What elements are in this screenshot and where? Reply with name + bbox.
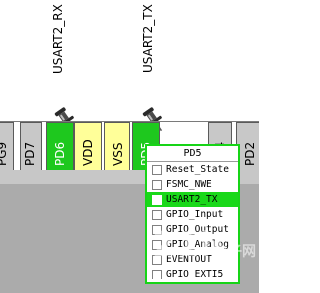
pin-label: PD2 xyxy=(243,141,257,166)
watermark-logo: 21ic 电子网 xyxy=(152,225,256,265)
menu-item-label: FSMC_NWE xyxy=(166,179,212,190)
menu-item-fsmc-nwe[interactable]: FSMC_NWE xyxy=(147,177,238,192)
checkbox-icon[interactable] xyxy=(152,210,162,220)
pin-label: PG9 xyxy=(0,141,9,166)
pin-label: PD7 xyxy=(23,141,37,166)
menu-item-gpio-input[interactable]: GPIO_Input xyxy=(147,207,238,222)
menu-item-reset-state[interactable]: Reset_State xyxy=(147,162,238,177)
pin-vss[interactable]: VSS xyxy=(104,122,130,170)
pin-label: PD6 xyxy=(53,141,67,166)
menu-title: PD5 xyxy=(147,146,238,162)
menu-item-label: USART2_TX xyxy=(166,194,218,205)
pin-label: VDD xyxy=(81,139,95,166)
menu-item-label: GPIO_Input xyxy=(166,209,224,220)
pin-pd6[interactable]: PD6 xyxy=(46,122,74,170)
pin-vdd[interactable]: VDD xyxy=(74,122,102,170)
watermark-subtext: 电子网 xyxy=(214,243,256,260)
checkbox-icon[interactable] xyxy=(152,180,162,190)
checkbox-icon[interactable] xyxy=(152,165,162,175)
checkbox-icon[interactable] xyxy=(152,195,162,205)
pin-label: VSS xyxy=(111,142,125,166)
mcu-pinout-view: USART2_RX USART2_TX PG9 PD7 PD6 VDD VSS … xyxy=(0,0,259,293)
pin-pg9[interactable]: PG9 xyxy=(0,122,14,170)
menu-item-usart2-tx[interactable]: USART2_TX xyxy=(147,192,238,207)
signal-label-usart2-rx: USART2_RX xyxy=(51,4,65,74)
menu-item-label: Reset_State xyxy=(166,164,229,175)
signal-label-usart2-tx: USART2_TX xyxy=(141,4,155,73)
pin-pd7[interactable]: PD7 xyxy=(20,122,42,170)
